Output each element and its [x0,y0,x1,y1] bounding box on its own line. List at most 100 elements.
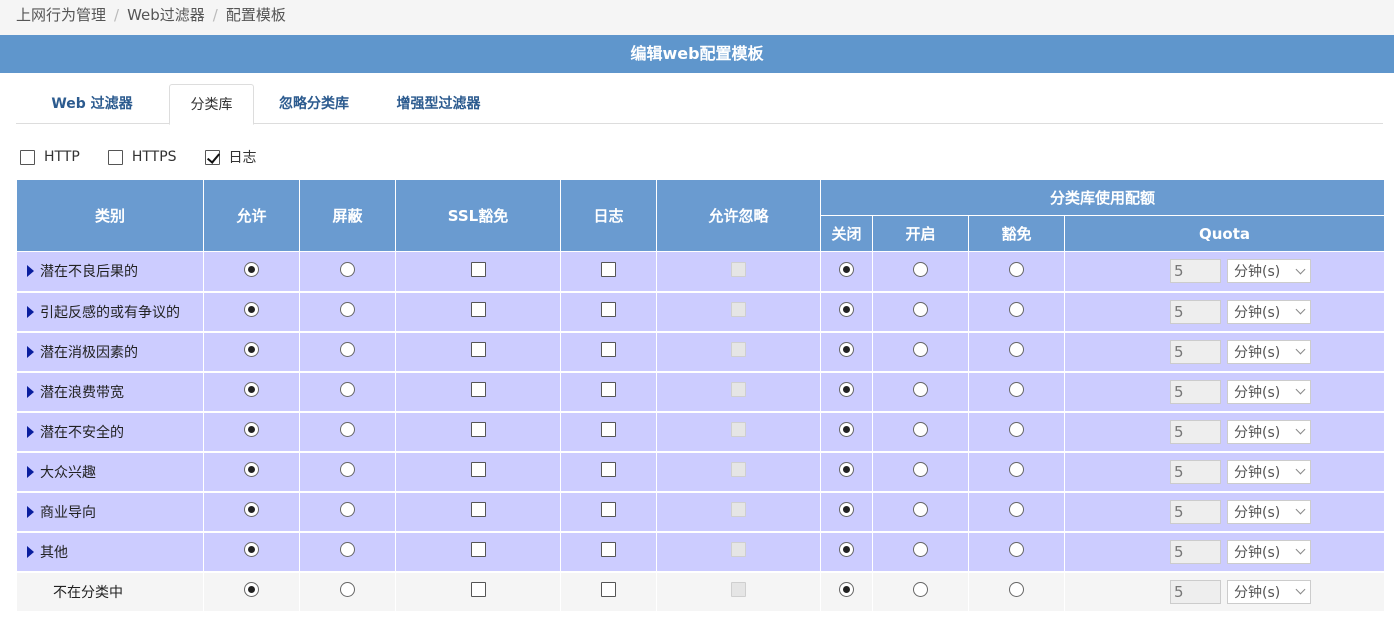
quota-on-radio[interactable] [913,422,928,437]
ssl-exempt-checkbox[interactable] [470,422,486,437]
quota-on-radio[interactable] [913,462,928,477]
tab-web-filter[interactable]: Web 过滤器 [16,84,168,124]
tab-enhanced-filter[interactable]: 增强型过滤器 [376,84,501,124]
quota-input[interactable] [1170,459,1221,484]
quota-input[interactable] [1170,539,1221,564]
quota-off-radio[interactable] [839,302,854,317]
quota-unit-select[interactable]: 分钟(s) [1227,379,1311,404]
quota-on-radio[interactable] [913,542,928,557]
ssl-exempt-checkbox[interactable] [470,382,486,397]
allow-radio[interactable] [244,302,259,317]
tab-ignore-category[interactable]: 忽略分类库 [259,84,369,124]
quota-on-radio[interactable] [913,502,928,517]
log-row-checkbox[interactable] [601,462,616,477]
http-checkbox[interactable] [20,149,35,165]
log-row-checkbox[interactable] [601,302,616,317]
quota-input[interactable] [1170,579,1221,604]
quota-off-radio[interactable] [839,582,854,597]
quota-on-radio[interactable] [913,302,928,317]
expand-triangle-icon[interactable] [27,305,34,318]
ssl-exempt-checkbox[interactable] [470,302,486,317]
ssl-exempt-checkbox[interactable] [470,462,486,477]
quota-on-radio[interactable] [913,382,928,397]
ssl-exempt-checkbox[interactable] [470,542,486,557]
quota-unit-select[interactable]: 分钟(s) [1227,459,1311,484]
quota-off-radio[interactable] [839,422,854,437]
block-radio[interactable] [340,302,355,317]
quota-input[interactable] [1170,379,1221,404]
quota-exempt-radio[interactable] [1009,582,1024,597]
quota-unit-select[interactable]: 分钟(s) [1227,499,1311,524]
protocol-http[interactable]: HTTP [20,149,80,165]
block-radio[interactable] [340,502,355,517]
log-row-checkbox[interactable] [601,261,616,277]
expand-triangle-icon[interactable] [27,465,34,478]
ssl-exempt-checkbox[interactable] [470,342,486,357]
quota-input[interactable] [1170,339,1221,364]
log-checkbox[interactable] [204,149,220,165]
quota-off-radio[interactable] [839,261,854,277]
log-row-checkbox[interactable] [601,422,616,437]
quota-unit-select[interactable]: 分钟(s) [1227,579,1311,604]
allow-radio[interactable] [244,422,259,437]
quota-exempt-radio[interactable] [1009,542,1024,557]
log-row-checkbox[interactable] [601,582,616,597]
log-row-checkbox[interactable] [601,502,616,517]
allow-radio[interactable] [244,382,259,397]
quota-on-radio[interactable] [913,261,928,277]
https-checkbox[interactable] [107,149,123,165]
allow-radio[interactable] [244,462,259,477]
quota-input[interactable] [1170,419,1221,444]
quota-on-radio[interactable] [913,342,928,357]
quota-unit-select[interactable]: 分钟(s) [1227,259,1311,284]
expand-triangle-icon[interactable] [27,425,34,438]
expand-triangle-icon[interactable] [27,545,34,558]
protocol-log[interactable]: 日志 [204,147,257,167]
quota-exempt-radio[interactable] [1009,261,1024,277]
ssl-exempt-checkbox[interactable] [470,502,486,517]
ssl-exempt-checkbox[interactable] [470,582,486,597]
quota-input[interactable] [1170,259,1221,284]
quota-off-radio[interactable] [839,502,854,517]
quota-off-radio[interactable] [839,462,854,477]
protocol-https[interactable]: HTTPS [107,149,177,165]
quota-exempt-radio[interactable] [1009,342,1024,357]
block-radio[interactable] [340,261,355,277]
quota-input[interactable] [1170,299,1221,324]
tab-category-library[interactable]: 分类库 [169,84,254,125]
quota-on-radio[interactable] [913,582,928,597]
allow-radio[interactable] [244,261,259,277]
breadcrumb-item-webfilter[interactable]: Web过滤器 [127,6,205,24]
quota-input[interactable] [1170,499,1221,524]
quota-unit-select[interactable]: 分钟(s) [1227,299,1311,324]
log-row-checkbox[interactable] [601,382,616,397]
expand-triangle-icon[interactable] [27,265,34,278]
quota-off-radio[interactable] [839,382,854,397]
quota-exempt-radio[interactable] [1009,502,1024,517]
block-radio[interactable] [340,382,355,397]
quota-unit-select[interactable]: 分钟(s) [1227,419,1311,444]
block-radio[interactable] [340,462,355,477]
allow-radio[interactable] [244,342,259,357]
quota-off-radio[interactable] [839,542,854,557]
block-radio[interactable] [340,582,355,597]
expand-triangle-icon[interactable] [27,345,34,358]
allow-radio[interactable] [244,582,259,597]
quota-unit-select[interactable]: 分钟(s) [1227,539,1311,564]
allow-radio[interactable] [244,502,259,517]
quota-unit-select[interactable]: 分钟(s) [1227,339,1311,364]
quota-exempt-radio[interactable] [1009,382,1024,397]
block-radio[interactable] [340,422,355,437]
log-row-checkbox[interactable] [601,342,616,357]
expand-triangle-icon[interactable] [27,385,34,398]
block-radio[interactable] [340,342,355,357]
expand-triangle-icon[interactable] [27,505,34,518]
block-radio[interactable] [340,542,355,557]
allow-radio[interactable] [244,542,259,557]
breadcrumb-item-behavior[interactable]: 上网行为管理 [16,6,106,24]
quota-exempt-radio[interactable] [1009,422,1024,437]
quota-exempt-radio[interactable] [1009,462,1024,477]
ssl-exempt-checkbox[interactable] [470,261,486,277]
quota-exempt-radio[interactable] [1009,302,1024,317]
log-row-checkbox[interactable] [601,542,616,557]
